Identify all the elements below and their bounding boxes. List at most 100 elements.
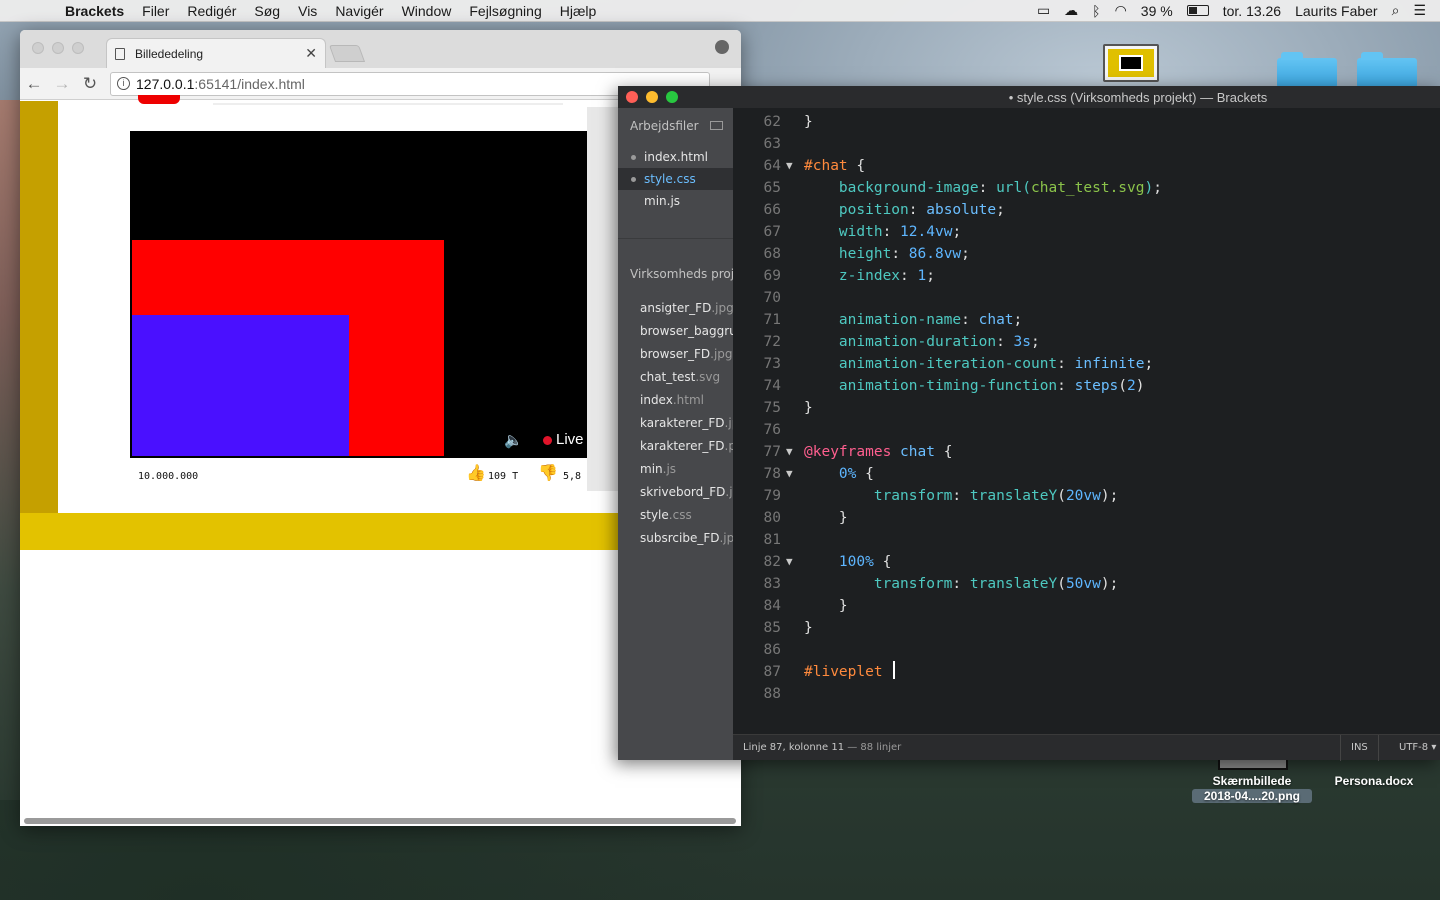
fold-arrow-icon[interactable]: ▼: [786, 155, 793, 177]
battery-icon[interactable]: [1186, 5, 1209, 16]
code-line[interactable]: 69 z-index: 1;: [733, 265, 1440, 287]
code-line[interactable]: 70: [733, 287, 1440, 309]
code-line[interactable]: 79 transform: translateY(20vw);: [733, 485, 1440, 507]
code-line[interactable]: 75}: [733, 397, 1440, 419]
thumbs-down-icon[interactable]: 👎: [538, 463, 558, 482]
new-tab-button[interactable]: [328, 45, 366, 62]
bluetooth-icon[interactable]: ᛒ: [1092, 3, 1100, 19]
wifi-icon[interactable]: ◠: [1115, 2, 1127, 19]
back-arrow-icon[interactable]: ←: [20, 74, 48, 94]
code-line[interactable]: 83 transform: translateY(50vw);: [733, 573, 1440, 595]
menu-filer[interactable]: Filer: [133, 3, 178, 19]
profile-icon[interactable]: [715, 40, 729, 54]
code-line[interactable]: 72 animation-duration: 3s;: [733, 331, 1440, 353]
fold-arrow-icon[interactable]: ▼: [786, 441, 793, 463]
insert-mode-toggle[interactable]: INS: [1340, 735, 1379, 761]
menu-rediger[interactable]: Redigér: [178, 3, 245, 19]
minimize-window-button[interactable]: [52, 42, 64, 54]
desktop-folder-icon[interactable]: [1357, 52, 1417, 88]
menu-hjaelp[interactable]: Hjælp: [551, 3, 606, 19]
desktop-screenshot-thumbnail[interactable]: [1103, 44, 1159, 82]
code-line[interactable]: 68 height: 86.8vw;: [733, 243, 1440, 265]
code-line[interactable]: 80 }: [733, 507, 1440, 529]
fold-arrow-icon[interactable]: ▼: [786, 463, 793, 485]
code-line[interactable]: 82 ▼ 100% {: [733, 551, 1440, 573]
encoding-select[interactable]: UTF-8 ▾: [1399, 735, 1436, 761]
code-line[interactable]: 88: [733, 683, 1440, 705]
reload-icon[interactable]: ↻: [76, 74, 104, 94]
clock[interactable]: tor. 13.26: [1223, 3, 1281, 19]
menu-naviger[interactable]: Navigér: [326, 3, 392, 19]
code-line[interactable]: 86: [733, 639, 1440, 661]
split-view-icon[interactable]: [710, 121, 723, 130]
code-line[interactable]: 71 animation-name: chat;: [733, 309, 1440, 331]
working-file-item[interactable]: style.css: [618, 168, 733, 190]
project-file-item[interactable]: karakterer_FD.png: [640, 439, 733, 453]
project-file-item[interactable]: browser_baggrund: [640, 324, 733, 338]
project-file-item[interactable]: ansigter_FD.jpg: [640, 301, 733, 315]
project-file-item[interactable]: browser_FD.jpg: [640, 347, 733, 361]
forward-arrow-icon[interactable]: →: [48, 74, 76, 94]
menu-window[interactable]: Window: [393, 3, 461, 19]
close-tab-icon[interactable]: ✕: [305, 45, 317, 62]
project-file-extension: .jpg: [719, 531, 733, 545]
code-line[interactable]: 78 ▼ 0% {: [733, 463, 1440, 485]
project-file-item[interactable]: min.js: [640, 462, 676, 476]
code-editor[interactable]: 61 z-index: 1;62}6364▼#chat {65 backgrou…: [733, 108, 1440, 734]
code-line[interactable]: 65 background-image: url(chat_test.svg);: [733, 177, 1440, 199]
project-file-extension: .jpg: [711, 301, 733, 315]
code-line[interactable]: 66 position: absolute;: [733, 199, 1440, 221]
project-file-item[interactable]: skrivebord_FD.jpg: [640, 485, 733, 499]
menu-vis[interactable]: Vis: [289, 3, 326, 19]
menu-app-name[interactable]: Brackets: [56, 3, 133, 19]
working-file-item[interactable]: min.js: [618, 190, 733, 212]
menu-sog[interactable]: Søg: [245, 3, 289, 19]
horizontal-scrollbar[interactable]: [24, 818, 736, 824]
desktop-doc-label[interactable]: Persona.docx: [1326, 774, 1422, 788]
menu-fejlsogning[interactable]: Fejlsøgning: [460, 3, 550, 19]
zoom-window-button[interactable]: [72, 42, 84, 54]
code-line[interactable]: 74 animation-timing-function: steps(2): [733, 375, 1440, 397]
code-line[interactable]: 87 #liveplet: [733, 661, 1440, 683]
browser-tab[interactable]: Billededeling ✕: [106, 38, 326, 68]
code-text: animation-duration: 3s;: [838, 334, 1040, 350]
zoom-window-button[interactable]: [666, 91, 678, 103]
airplay-icon[interactable]: ▭: [1037, 2, 1050, 19]
battery-percent[interactable]: 39 %: [1141, 3, 1173, 19]
creative-cloud-icon[interactable]: ☁: [1064, 2, 1078, 19]
code-line[interactable]: 67 width: 12.4vw;: [733, 221, 1440, 243]
spotlight-search-icon[interactable]: ⌕: [1392, 2, 1400, 19]
working-file-item[interactable]: index.html: [618, 146, 733, 168]
code-line[interactable]: 84 }: [733, 595, 1440, 617]
info-icon[interactable]: i: [117, 77, 130, 90]
code-line[interactable]: 73 animation-iteration-count: infinite;: [733, 353, 1440, 375]
code-line[interactable]: 81: [733, 529, 1440, 551]
cursor-position[interactable]: Linje 87, kolonne 11 — 88 linjer: [743, 742, 901, 753]
video-player[interactable]: 🔈 Live: [130, 131, 602, 458]
thumbs-up-icon[interactable]: 👍: [466, 463, 486, 482]
code-line[interactable]: 77 ▼ @keyframes chat {: [733, 441, 1440, 463]
code-line[interactable]: 63: [733, 133, 1440, 155]
close-window-button[interactable]: [32, 42, 44, 54]
code-line[interactable]: 85}: [733, 617, 1440, 639]
fold-arrow-icon[interactable]: ▼: [786, 551, 793, 573]
user-name[interactable]: Laurits Faber: [1295, 3, 1377, 19]
code-line[interactable]: 62}: [733, 111, 1440, 133]
close-window-button[interactable]: [626, 91, 638, 103]
project-file-item[interactable]: chat_test.svg: [640, 370, 720, 384]
project-file-item[interactable]: subsrcibe_FD.jpg: [640, 531, 733, 545]
live-indicator-dot: [543, 436, 552, 445]
desktop-folder-icon[interactable]: [1277, 52, 1337, 88]
speaker-icon[interactable]: 🔈: [504, 431, 523, 449]
code-line[interactable]: 76: [733, 419, 1440, 441]
project-file-item[interactable]: style.css: [640, 508, 692, 522]
code-text: width: 12.4vw;: [838, 224, 962, 240]
project-header[interactable]: Virksomheds projekt: [630, 267, 733, 281]
project-file-item[interactable]: index.html: [640, 393, 704, 407]
minimize-window-button[interactable]: [646, 91, 658, 103]
project-file-item[interactable]: karakterer_FD.jpg: [640, 416, 733, 430]
code-line[interactable]: 64 ▼ #chat {: [733, 155, 1440, 177]
notification-center-icon[interactable]: ☰: [1413, 2, 1426, 19]
desktop-screenshot-label[interactable]: Skærmbillede 2018-04....20.png: [1192, 774, 1312, 803]
desktop-file-thumbnail[interactable]: [1218, 760, 1288, 770]
